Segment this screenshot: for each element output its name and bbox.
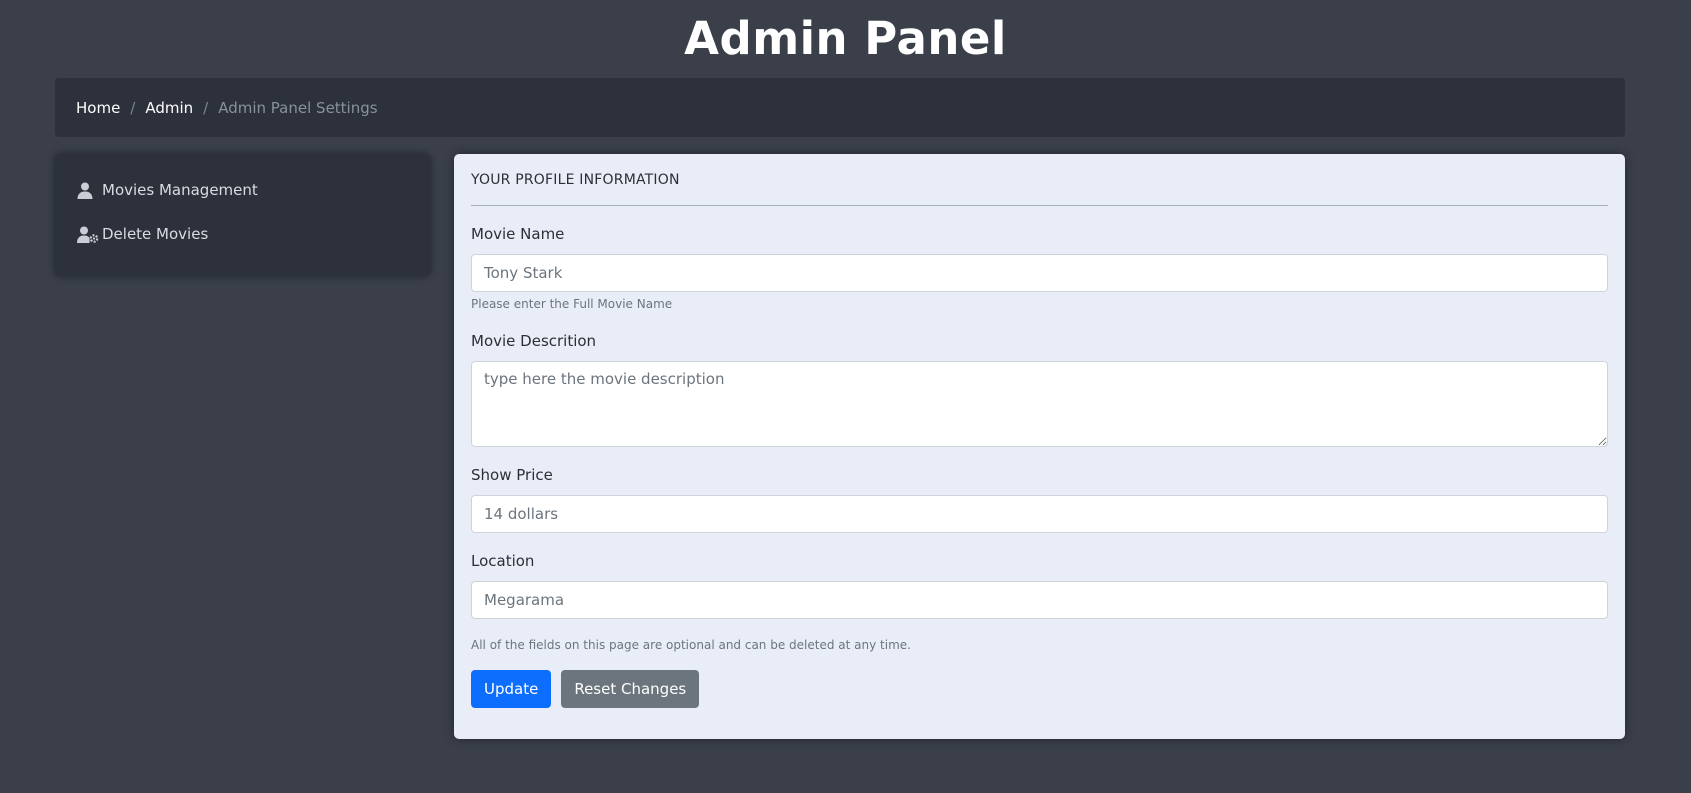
location-label: Location (471, 552, 535, 570)
movie-description-label: Movie Descrition (471, 332, 597, 350)
reset-changes-button[interactable]: Reset Changes (561, 670, 700, 708)
sidebar-item-label: Movies Management (102, 181, 258, 199)
form-actions: Update Reset Changes (471, 670, 1608, 708)
sidebar-item-delete-movies[interactable]: Delete Movies (77, 224, 430, 244)
page-title: Admin Panel (684, 12, 1007, 65)
card-heading: YOUR PROFILE INFORMATION (471, 154, 1608, 206)
breadcrumb-separator: / (130, 98, 136, 117)
sidebar: Movies Management Delete Movies (55, 154, 430, 276)
show-price-label: Show Price (471, 466, 553, 484)
user-icon (77, 181, 99, 199)
show-price-input[interactable] (471, 495, 1608, 533)
breadcrumb-admin-link[interactable]: Admin (145, 99, 193, 117)
sidebar-item-movies-management[interactable]: Movies Management (77, 180, 430, 200)
movie-name-help: Please enter the Full Movie Name (471, 297, 673, 311)
location-input[interactable] (471, 581, 1608, 619)
movie-name-input[interactable] (471, 254, 1608, 292)
movie-name-label: Movie Name (471, 225, 565, 243)
profile-form-card: YOUR PROFILE INFORMATION Movie Name Plea… (454, 154, 1625, 739)
breadcrumb-separator: / (203, 98, 209, 117)
breadcrumb-current: Admin Panel Settings (218, 98, 378, 117)
movie-description-textarea[interactable] (471, 361, 1608, 447)
update-button[interactable]: Update (471, 670, 552, 708)
user-gear-icon (77, 225, 99, 243)
breadcrumb: Home / Admin / Admin Panel Settings (55, 78, 1625, 137)
optional-fields-note: All of the fields on this page are optio… (471, 638, 911, 652)
breadcrumb-home-link[interactable]: Home (76, 99, 120, 117)
sidebar-item-label: Delete Movies (102, 225, 209, 243)
